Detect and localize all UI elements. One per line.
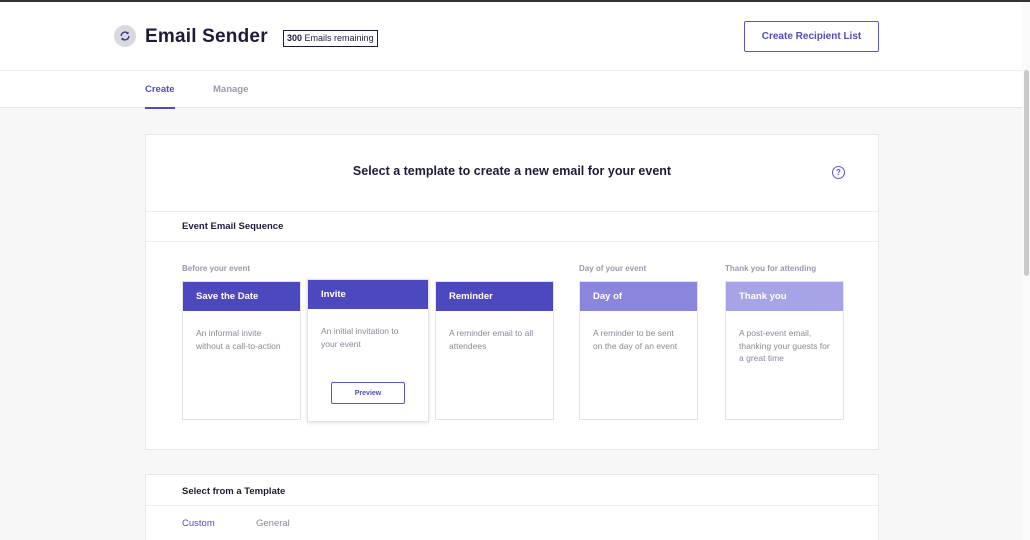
template-invite[interactable]: Invite An initial invitation to your eve… <box>307 279 429 422</box>
tab-general[interactable]: General <box>256 518 290 529</box>
tab-custom[interactable]: Custom <box>182 518 215 529</box>
main-tabs: Create Manage <box>0 70 1022 109</box>
select-template-title: Select from a Template <box>182 486 286 497</box>
sequence-title: Event Email Sequence <box>182 221 284 232</box>
select-from-template-card: Select from a Template Custom General <box>145 474 879 540</box>
tab-create[interactable]: Create <box>145 84 175 109</box>
refresh-icon <box>114 25 136 47</box>
divider <box>146 241 878 242</box>
app-header: Email Sender 300 Emails remaining Create… <box>0 2 1022 70</box>
page-scrollbar-thumb[interactable] <box>1024 70 1029 276</box>
template-title: Invite <box>308 280 428 309</box>
card-heading: Select a template to create a new email … <box>352 164 672 178</box>
template-title: Save the Date <box>183 282 300 311</box>
template-description: A reminder to be sent on the day of an e… <box>593 328 678 351</box>
emails-remaining-count: 300 <box>287 33 303 43</box>
template-title: Day of <box>580 282 697 311</box>
template-description: A post-event email, thanking your guests… <box>739 328 830 363</box>
group-label-day-of: Day of your event <box>579 264 647 273</box>
template-save-the-date[interactable]: Save the Date An informal invite without… <box>182 281 301 420</box>
help-icon[interactable]: ? <box>832 166 845 179</box>
app-title: Email Sender <box>145 26 268 47</box>
preview-button[interactable]: Preview <box>331 382 405 404</box>
template-thank-you[interactable]: Thank you A post-event email, thanking y… <box>725 281 844 420</box>
divider <box>146 211 878 212</box>
template-title: Thank you <box>726 282 843 311</box>
template-selection-card: Select a template to create a new email … <box>145 134 879 450</box>
create-recipient-list-button[interactable]: Create Recipient List <box>744 21 879 52</box>
divider <box>146 505 878 506</box>
template-title: Reminder <box>436 282 553 311</box>
template-reminder[interactable]: Reminder A reminder email to all attende… <box>435 281 554 420</box>
tab-manage[interactable]: Manage <box>213 84 248 95</box>
template-description: A reminder email to all attendees <box>449 328 534 351</box>
group-label-thank-you: Thank you for attending <box>725 264 817 273</box>
group-label-before: Before your event <box>182 264 251 273</box>
emails-remaining-badge: 300 Emails remaining <box>283 30 378 47</box>
template-description: An informal invite without a call-to-act… <box>196 328 281 351</box>
template-description: An initial invitation to your event <box>321 326 399 349</box>
emails-remaining-text: Emails remaining <box>304 33 374 43</box>
template-day-of[interactable]: Day of A reminder to be sent on the day … <box>579 281 698 420</box>
